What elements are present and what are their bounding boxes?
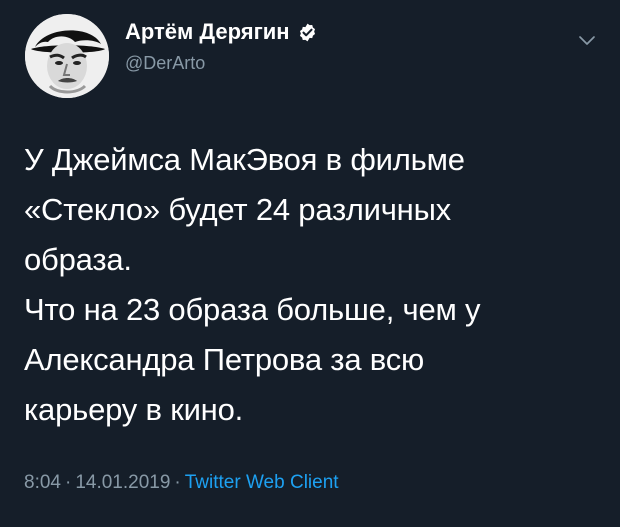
display-name[interactable]: Артём Дерягин (125, 20, 290, 44)
tweet-header: Артём Дерягин @DerArto (21, 10, 599, 100)
author-info: Артём Дерягин @DerArto (125, 20, 318, 73)
username[interactable]: @DerArto (125, 53, 318, 73)
chevron-down-icon[interactable] (575, 28, 599, 52)
tweet-date[interactable]: 14.01.2019 (75, 472, 170, 494)
tweet-text-line: У Джеймса МакЭвоя в фильме (24, 142, 465, 177)
tweet-text-line: карьеру в кино. (24, 392, 244, 427)
metadata-separator: · (64, 472, 72, 493)
metadata-separator: · (174, 472, 181, 493)
tweet-text-line: Что на 23 образа больше, чем у (24, 292, 481, 327)
tweet-text: У Джеймса МакЭвоя в фильме «Стекло» буде… (24, 135, 594, 435)
verified-badge-icon (299, 23, 315, 41)
avatar-image (25, 14, 109, 98)
tweet-text-line: образа. (24, 242, 132, 277)
tweet-card: Артём Дерягин @DerArto У Джеймса МакЭвоя… (0, 0, 620, 527)
display-name-row: Артём Дерягин (125, 20, 318, 44)
tweet-metadata: 8:04 · 14.01.2019 · Twitter Web Client (24, 472, 339, 494)
avatar[interactable] (25, 14, 109, 98)
tweet-text-line: «Стекло» будет 24 различных (24, 192, 451, 227)
tweet-time[interactable]: 8:04 (24, 472, 61, 494)
tweet-text-line: Александра Петрова за всю (24, 342, 425, 377)
tweet-source-link[interactable]: Twitter Web Client (185, 472, 339, 493)
